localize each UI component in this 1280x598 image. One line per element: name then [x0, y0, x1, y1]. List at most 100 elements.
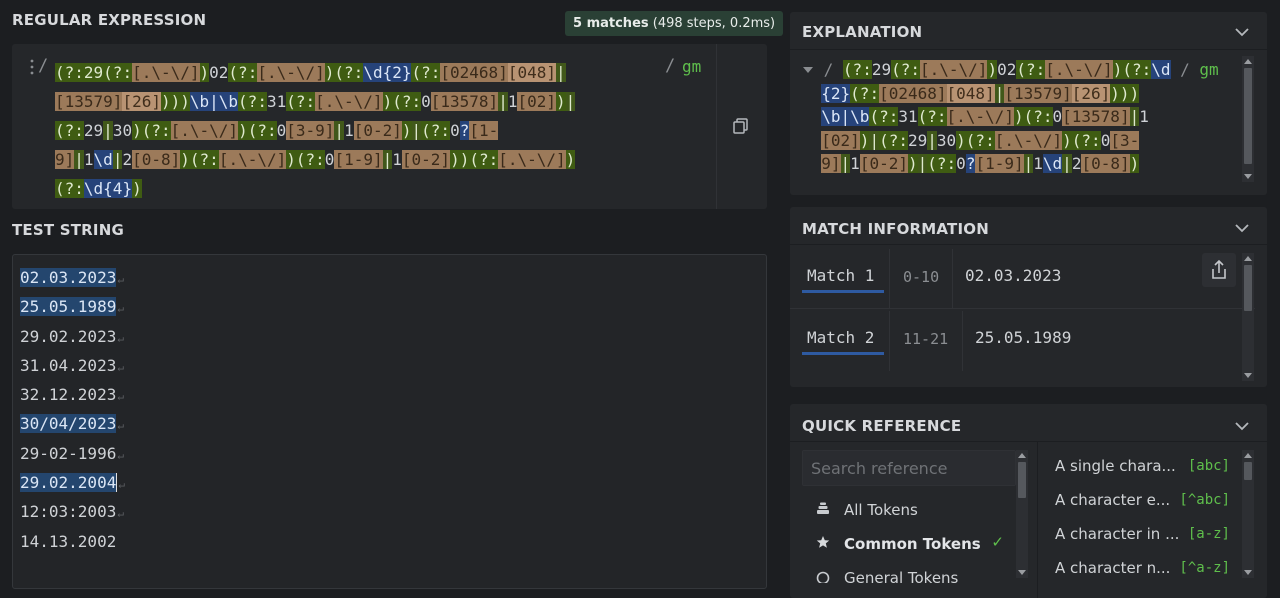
category-common-tokens[interactable]: Common Tokens ✓	[802, 530, 1016, 560]
scroll-down-icon[interactable]	[1244, 373, 1252, 378]
regex-token: )	[199, 63, 210, 82]
category-scrollbar[interactable]	[1016, 450, 1028, 578]
category-label: All Tokens	[844, 501, 918, 519]
match-divider	[962, 311, 963, 371]
regex-token: 0	[421, 92, 431, 111]
match-scrollbar[interactable]	[1242, 253, 1254, 381]
match-row[interactable]: Match 2 11-21 25.05.1989	[802, 311, 1242, 371]
scroll-down-icon[interactable]	[1244, 174, 1252, 179]
reference-item[interactable]: A character in ... [a-z]	[1055, 519, 1230, 549]
reference-description: A character in ...	[1055, 525, 1180, 543]
explanation-token: )	[907, 154, 918, 173]
explanation-line: {2}(?:[02468][048]|[13579][26])))	[802, 82, 1232, 106]
test-string-lines[interactable]: 02.03.2023↵ 25.05.1989↵ 29.02.2023↵ 31.04.2…	[20, 263, 125, 556]
explanation-token: |	[840, 154, 851, 173]
regex-token: )))	[160, 92, 190, 111]
scroll-up-icon[interactable]	[1244, 453, 1252, 458]
match-value: 25.05.1989	[975, 328, 1072, 347]
scroll-thumb[interactable]	[1018, 462, 1026, 498]
category-label: General Tokens	[844, 569, 959, 587]
regex-input[interactable]: (?:29(?:[.\-\/])02(?:[.\-\/])(?:\d{2}(?:…	[55, 58, 695, 203]
regex-token: )	[556, 92, 566, 111]
explanation-token: 1	[1139, 107, 1149, 126]
reference-scrollbar[interactable]	[1242, 450, 1254, 578]
match-divider	[889, 311, 890, 371]
explanation-token: |	[927, 130, 937, 150]
match-information-title: MATCH INFORMATION	[802, 220, 989, 238]
explanation-scrollbar[interactable]	[1242, 56, 1254, 182]
scroll-thumb[interactable]	[1244, 68, 1252, 164]
match-row[interactable]: Match 1 0-10 02.03.2023	[802, 249, 1242, 309]
test-string-text: 32.12.2023	[20, 385, 117, 405]
regex-token: ))	[450, 150, 470, 169]
scroll-thumb[interactable]	[1244, 265, 1252, 311]
match-highlight: 25.05.1989	[20, 297, 117, 317]
regex-token: 0	[324, 150, 335, 169]
category-general-tokens[interactable]: General Tokens	[802, 564, 1016, 594]
regex-token: )	[401, 121, 412, 140]
regex-token: [02]	[517, 92, 556, 111]
regex-token: |	[411, 121, 422, 140]
reference-token: [^abc]	[1179, 492, 1230, 508]
regex-token: (?:	[295, 150, 325, 169]
copy-icon[interactable]	[732, 117, 750, 135]
explanation-token: |	[1062, 154, 1072, 173]
reference-item[interactable]: A character n... [^a-z]	[1055, 553, 1230, 583]
newline-icon: ↵	[117, 419, 124, 433]
regex-flags[interactable]: gm	[682, 57, 701, 76]
reference-item[interactable]: A single chara... [abc]	[1055, 451, 1230, 481]
reference-token: [abc]	[1187, 458, 1230, 474]
explanation-token: 2	[1071, 154, 1082, 173]
explanation-tree[interactable]: / (?:29(?:[.\-\/])02(?:[.\-\/])(?:\d / g…	[802, 58, 1232, 176]
test-string-title: TEST STRING	[12, 221, 124, 239]
scroll-up-icon[interactable]	[1244, 256, 1252, 261]
regex-token: |	[382, 150, 393, 169]
match-range: 0-10	[903, 268, 940, 286]
explanation-token: [13578]	[1062, 107, 1130, 126]
regex-token: (?:	[334, 63, 364, 82]
reference-search-input[interactable]	[802, 450, 1016, 486]
reference-item[interactable]: A character e... [^abc]	[1055, 485, 1230, 515]
regex-token: 29	[83, 121, 104, 140]
match-color-indicator	[802, 290, 884, 293]
regex-token: |	[498, 92, 508, 111]
newline-icon: ↵	[117, 507, 124, 521]
regex-token: \b|\b	[189, 92, 239, 111]
regex-token: [13579]	[55, 92, 123, 111]
regex-token: 2	[122, 150, 133, 169]
test-string-text: 31.04.2023	[20, 355, 117, 375]
regex-token: 29	[83, 63, 104, 82]
tree-toggle-icon[interactable]: /	[802, 60, 843, 79]
chevron-down-icon[interactable]	[1235, 28, 1249, 37]
quick-reference-title: QUICK REFERENCE	[802, 417, 962, 435]
explanation-indent	[802, 131, 821, 150]
regex-token: |	[556, 63, 566, 82]
category-all-tokens[interactable]: All Tokens	[802, 496, 1016, 526]
regex-token: \d{2}	[363, 63, 412, 82]
regex-token: 1	[392, 150, 402, 169]
regex-line: [13579][26])))\b|\b(?:31(?:[.\-\/])(?:0[…	[55, 87, 695, 116]
regex-token: [02468]	[440, 63, 508, 82]
explanation-token: 0	[1052, 107, 1063, 126]
regex-editor[interactable]: / (?:29(?:[.\-\/])02(?:[.\-\/])(?:\d{2}(…	[12, 44, 767, 209]
share-icon[interactable]	[1202, 253, 1236, 287]
test-string-editor[interactable]: 02.03.2023↵ 25.05.1989↵ 29.02.2023↵ 31.04.2…	[12, 254, 767, 589]
regex-options-icon[interactable]	[30, 58, 34, 76]
regex-token: )	[324, 63, 335, 82]
quick-reference-divider	[790, 441, 1267, 442]
scroll-down-icon[interactable]	[1018, 570, 1026, 575]
explanation-token: (?:	[1122, 60, 1152, 79]
reference-description: A single chara...	[1055, 457, 1176, 475]
scroll-thumb[interactable]	[1244, 462, 1252, 480]
explanation-token: [.\-\/]	[994, 130, 1063, 150]
scroll-down-icon[interactable]	[1244, 570, 1252, 575]
match-steps: (498 steps, 0.2ms)	[648, 16, 776, 31]
circle-icon	[816, 571, 830, 583]
explanation-token: (?:	[891, 60, 920, 79]
chevron-down-icon[interactable]	[1235, 422, 1249, 431]
scroll-up-icon[interactable]	[1244, 59, 1252, 64]
explanation-token: 02	[997, 60, 1017, 79]
chevron-down-icon[interactable]	[1235, 224, 1249, 233]
regex-token: |	[103, 121, 113, 140]
scroll-up-icon[interactable]	[1018, 453, 1026, 458]
